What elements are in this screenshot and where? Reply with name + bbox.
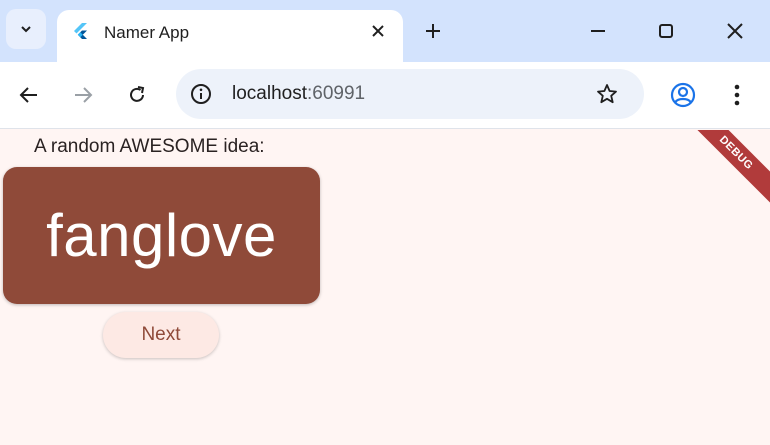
close-window-icon: [727, 23, 743, 39]
forward-arrow-icon: [75, 87, 93, 103]
reload-icon: [130, 86, 145, 102]
forward-button[interactable]: [67, 79, 99, 111]
new-tab-button[interactable]: [420, 18, 446, 44]
tab-search-icon: [21, 26, 31, 33]
next-button[interactable]: Next: [103, 312, 219, 358]
debug-banner: DEBUG: [685, 130, 770, 204]
flutter-favicon-icon: [74, 23, 87, 39]
tab-search-button[interactable]: [6, 9, 46, 49]
site-info-icon: [191, 84, 211, 104]
word-pair-card: fanglove: [3, 167, 320, 304]
bookmark-star-icon: [597, 84, 617, 104]
bookmark-button[interactable]: [594, 81, 620, 107]
word-pair-text: fanglove: [46, 202, 277, 269]
url-port: :60991: [307, 83, 366, 104]
profile-icon: [670, 82, 696, 108]
maximize-button[interactable]: [649, 14, 683, 48]
minimize-icon: [591, 30, 605, 32]
browser-tab[interactable]: Namer App: [57, 10, 403, 62]
browser-toolbar: localhost:60991: [0, 62, 770, 129]
close-window-button[interactable]: [718, 14, 752, 48]
tab-strip: Namer App: [0, 0, 770, 62]
maximize-icon: [659, 24, 673, 38]
address-bar[interactable]: localhost:60991: [176, 69, 644, 119]
tab-close-button[interactable]: [367, 20, 389, 42]
url-text: localhost:60991: [232, 83, 365, 105]
profile-button[interactable]: [667, 79, 699, 111]
url-host: localhost: [232, 83, 307, 104]
reload-button[interactable]: [121, 79, 153, 111]
new-tab-icon: [426, 24, 440, 38]
back-button[interactable]: [13, 79, 45, 111]
menu-kebab-icon: [734, 84, 740, 106]
site-info-button[interactable]: [188, 81, 214, 107]
tab-close-icon: [372, 25, 384, 37]
minimize-button[interactable]: [581, 14, 615, 48]
tab-title: Namer App: [104, 23, 190, 42]
debug-banner-text: DEBUG: [716, 133, 756, 173]
browser-menu-button[interactable]: [721, 79, 753, 111]
app-viewport: A random AWESOME idea: fanglove Next DEB…: [0, 130, 770, 445]
idea-label: A random AWESOME idea:: [34, 136, 265, 157]
back-arrow-icon: [19, 87, 37, 103]
